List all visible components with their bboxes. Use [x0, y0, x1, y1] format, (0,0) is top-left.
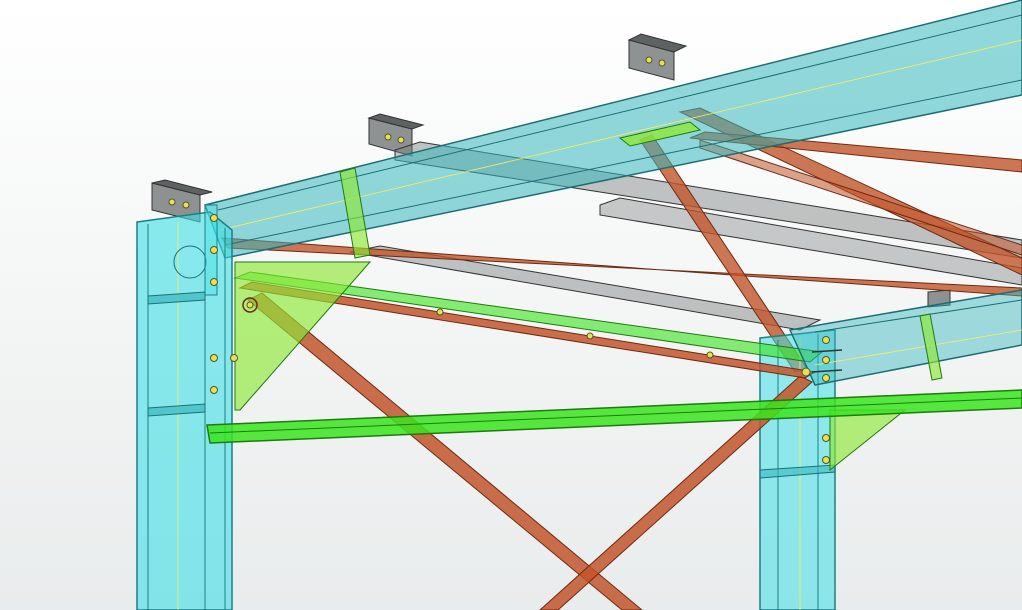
strut-bolt [706, 351, 714, 359]
strut-bolt [586, 332, 594, 340]
cleat-bolt [182, 201, 190, 209]
cleat-bolt [384, 133, 392, 141]
model-viewport[interactable] [0, 0, 1022, 610]
steel-frame-3d-view[interactable] [0, 0, 1022, 610]
cleat-bolt [658, 59, 666, 67]
bolt-group-left-top[interactable] [204, 204, 218, 296]
column-left[interactable] [136, 211, 233, 610]
cleat-bolt [168, 198, 176, 206]
cleat-bolt [397, 136, 405, 144]
cleat-bolt [645, 56, 653, 64]
strut-bolt [436, 308, 444, 316]
